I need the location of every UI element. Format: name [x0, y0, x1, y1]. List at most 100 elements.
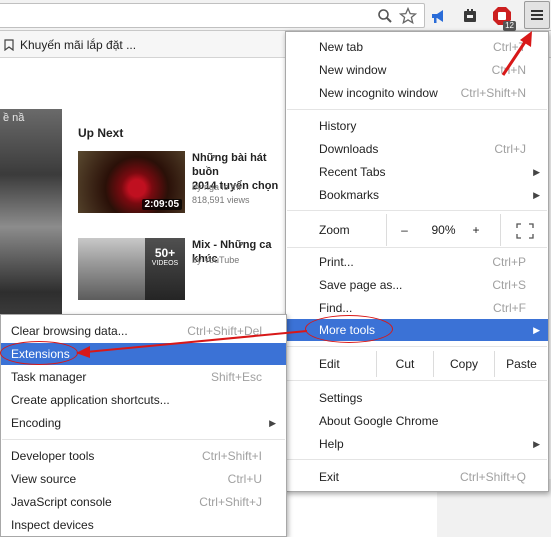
menu-item-history[interactable]: History: [286, 115, 548, 137]
submenu-arrow-icon: ▶: [533, 190, 540, 200]
chrome-menu: New tab Ctrl+T New window Ctrl+N New incog…: [285, 31, 549, 492]
menu-item-inspect-devices[interactable]: Inspect devices: [1, 514, 286, 536]
menu-label: JavaScript console: [11, 495, 112, 509]
omnibox[interactable]: [0, 3, 425, 28]
menu-item-task-manager[interactable]: Task manager Shift+Esc: [1, 366, 286, 388]
zoom-in-button[interactable]: +: [465, 214, 487, 246]
bookmark-label: Khuyến mãi lắp đặt ...: [20, 38, 137, 52]
shortcut: Ctrl+F: [493, 301, 526, 315]
menu-label: Task manager: [11, 370, 87, 384]
menu-item-new-tab[interactable]: New tab Ctrl+T: [286, 36, 548, 58]
menu-item-bookmarks[interactable]: Bookmarks ▶: [286, 184, 548, 206]
menu-separator: [287, 109, 547, 110]
menu-label: Bookmarks: [319, 188, 380, 202]
submenu-arrow-icon: ▶: [533, 325, 540, 335]
menu-separator: [287, 459, 547, 460]
edit-label: Edit: [319, 357, 340, 371]
menu-label: Downloads: [319, 142, 379, 156]
zoom-out-button[interactable]: –: [386, 214, 422, 246]
player-caption: ề nầ: [3, 112, 25, 124]
extensions-highlight-oval: [0, 341, 78, 365]
paste-button[interactable]: Paste: [494, 351, 548, 377]
megaphone-icon[interactable]: [426, 4, 450, 28]
menu-label: View source: [11, 472, 77, 486]
menu-label: About Google Chrome: [319, 414, 439, 428]
menu-item-about[interactable]: About Google Chrome: [286, 410, 548, 432]
shortcut: Ctrl+N: [491, 63, 526, 77]
search-icon[interactable]: [373, 4, 397, 28]
shortcut: Ctrl+P: [492, 255, 526, 269]
submenu-arrow-icon: ▶: [269, 418, 276, 428]
menu-item-create-shortcuts[interactable]: Create application shortcuts...: [1, 389, 286, 411]
video-thumbnail[interactable]: 50+ VIDEOS: [78, 238, 185, 300]
video-item[interactable]: 2:09:05 Những bài hát buồn 2014 tuyển ch…: [78, 151, 288, 213]
menu-item-find[interactable]: Find... Ctrl+F: [286, 297, 548, 319]
menu-label: New incognito window: [319, 86, 438, 100]
menu-label: Recent Tabs: [319, 165, 386, 179]
menu-item-new-incognito[interactable]: New incognito window Ctrl+Shift+N: [286, 82, 548, 104]
menu-label: History: [319, 119, 357, 133]
shortcut: Ctrl+S: [492, 278, 526, 292]
copy-button[interactable]: Copy: [433, 351, 494, 377]
more-tools-highlight-oval: [305, 315, 393, 343]
menu-label: Save page as...: [319, 278, 403, 292]
fullscreen-icon: [515, 223, 534, 239]
menu-label: Exit: [319, 470, 340, 484]
up-next-heading: Up Next: [78, 126, 124, 140]
fullscreen-button[interactable]: [500, 214, 548, 246]
zoom-label: Zoom: [319, 223, 350, 237]
menu-item-settings[interactable]: Settings: [286, 387, 548, 409]
playlist-count: 50+: [154, 246, 176, 260]
menu-item-new-window[interactable]: New window Ctrl+N: [286, 59, 548, 81]
menu-label: Inspect devices: [11, 518, 94, 532]
menu-label: Settings: [319, 391, 363, 405]
menu-label: Print...: [319, 255, 354, 269]
cut-button[interactable]: Cut: [376, 351, 433, 377]
submenu-arrow-icon: ▶: [533, 167, 540, 177]
menu-label: Create application shortcuts...: [11, 393, 170, 407]
menu-item-help[interactable]: Help ▶: [286, 433, 548, 455]
shortcut: Ctrl+J: [494, 142, 526, 156]
browser-toolbar: 12: [0, 0, 551, 31]
menu-label: New window: [319, 63, 387, 77]
menu-label: Encoding: [11, 416, 62, 430]
adblock-icon[interactable]: 12: [490, 4, 516, 31]
video-channel[interactable]: by YouTube: [192, 255, 239, 265]
playlist-overlay: 50+ VIDEOS: [145, 238, 185, 300]
shortcut: Ctrl+Shift+I: [201, 449, 262, 463]
menu-separator: [287, 247, 547, 248]
hamburger-menu-icon[interactable]: [524, 1, 550, 29]
extension-icon[interactable]: [458, 4, 482, 28]
menu-separator: [287, 346, 547, 347]
menu-item-downloads[interactable]: Downloads Ctrl+J: [286, 138, 548, 160]
menu-separator: [287, 210, 547, 211]
video-item[interactable]: 50+ VIDEOS Mix - Những ca khúc by YouTub…: [78, 238, 288, 300]
video-views: 818,591 views: [192, 195, 250, 205]
playlist-label: VIDEOS: [151, 260, 179, 267]
menu-item-recent-tabs[interactable]: Recent Tabs ▶: [286, 161, 548, 183]
shortcut: Ctrl+Shift+Q: [459, 470, 526, 484]
menu-label: Clear browsing data...: [11, 324, 128, 338]
menu-item-developer-tools[interactable]: Developer tools Ctrl+Shift+I: [1, 445, 286, 467]
star-icon[interactable]: [396, 4, 420, 28]
shortcut: Ctrl+T: [493, 40, 526, 54]
menu-label: New tab: [319, 40, 364, 54]
menu-item-exit[interactable]: Exit Ctrl+Shift+Q: [286, 466, 548, 488]
menu-item-save-page[interactable]: Save page as... Ctrl+S: [286, 274, 548, 296]
menu-item-javascript-console[interactable]: JavaScript console Ctrl+Shift+J: [1, 491, 286, 513]
video-channel[interactable]: by nga le thi: [192, 182, 241, 192]
menu-item-view-source[interactable]: View source Ctrl+U: [1, 468, 286, 490]
menu-item-encoding[interactable]: Encoding ▶: [1, 412, 286, 434]
shortcut: Shift+Esc: [210, 370, 262, 384]
menu-item-print[interactable]: Print... Ctrl+P: [286, 251, 548, 273]
zoom-level: 90%: [431, 223, 456, 237]
bookmark-item[interactable]: Khuyến mãi lắp đặt ...: [4, 36, 136, 54]
menu-separator: [287, 380, 547, 381]
video-thumbnail[interactable]: 2:09:05: [78, 151, 185, 213]
menu-label: Developer tools: [11, 449, 95, 463]
adblock-badge: 12: [503, 21, 516, 31]
edit-row: Edit Cut Copy Paste: [286, 351, 548, 377]
menu-item-clear-browsing-data[interactable]: Clear browsing data... Ctrl+Shift+Del: [1, 320, 286, 342]
video-duration: 2:09:05: [141, 199, 182, 210]
shortcut: Ctrl+Shift+N: [460, 86, 526, 100]
